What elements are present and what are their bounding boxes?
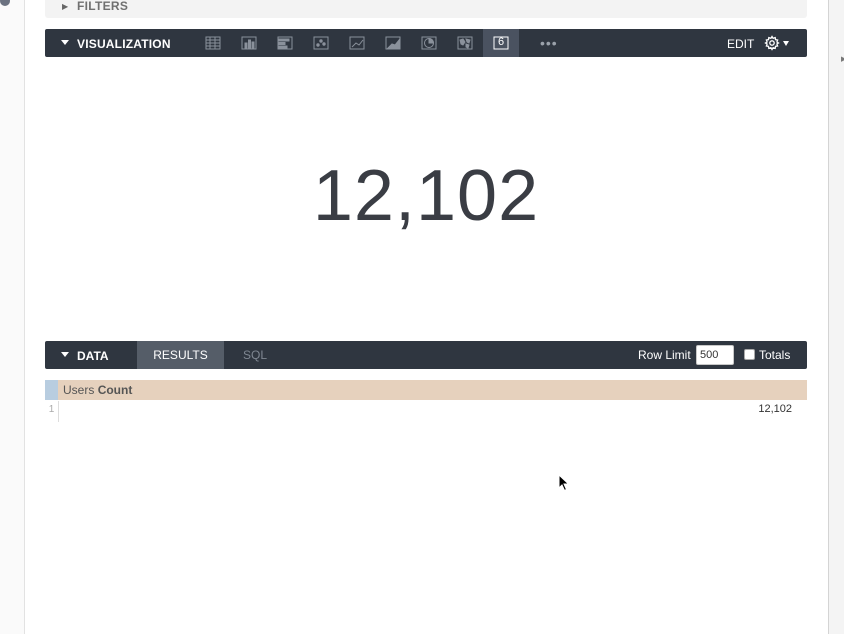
tab-results[interactable]: RESULTS (137, 341, 224, 369)
visualization-toolbar: VISUALIZATION 6 ••• EDIT (45, 29, 807, 57)
right-side-panel[interactable] (828, 0, 844, 634)
single-value-display: 12,102 (312, 156, 540, 236)
row-number: 1 (45, 401, 59, 422)
data-toolbar: DATA RESULTS SQL Row Limit Totals (45, 341, 807, 369)
left-gutter (0, 0, 25, 634)
chevron-down-icon[interactable] (783, 41, 789, 46)
table-icon[interactable] (204, 34, 222, 52)
data-label: DATA (77, 349, 109, 363)
caret-right-icon: ▶ (62, 2, 69, 11)
header-view-name: Users (63, 383, 95, 397)
single-value-glyph: 6 (497, 36, 505, 48)
info-icon[interactable] (0, 0, 10, 6)
filters-label: FILTERS (77, 0, 129, 13)
scatter-icon[interactable] (312, 34, 330, 52)
header-field-name: Count (97, 383, 133, 397)
row-limit-label: Row Limit (638, 348, 691, 362)
single-value-icon[interactable]: 6 (483, 29, 519, 57)
caret-down-icon[interactable] (61, 352, 69, 357)
more-icon[interactable]: ••• (540, 35, 558, 51)
totals-label: Totals (759, 348, 791, 362)
results-table-header: Users Count (45, 380, 807, 400)
map-icon[interactable] (456, 34, 474, 52)
row-limit-input[interactable] (696, 345, 734, 365)
totals-checkbox[interactable] (744, 349, 755, 360)
filters-section[interactable]: ▶ FILTERS (45, 0, 807, 18)
visualization-label: VISUALIZATION (77, 37, 171, 51)
edit-button[interactable]: EDIT (727, 37, 754, 51)
bar-chart-icon[interactable] (276, 34, 294, 52)
column-header-users-count[interactable]: Users Count (63, 383, 132, 397)
area-chart-icon[interactable] (384, 34, 402, 52)
line-chart-icon[interactable] (348, 34, 366, 52)
table-cell-value: 12,102 (758, 403, 792, 415)
header-corner (45, 380, 58, 400)
mouse-cursor-icon (558, 474, 570, 492)
caret-down-icon[interactable] (61, 40, 69, 45)
gear-icon[interactable] (763, 34, 781, 52)
pie-chart-icon[interactable] (420, 34, 438, 52)
tab-sql[interactable]: SQL (224, 341, 286, 369)
column-chart-icon[interactable] (240, 34, 258, 52)
